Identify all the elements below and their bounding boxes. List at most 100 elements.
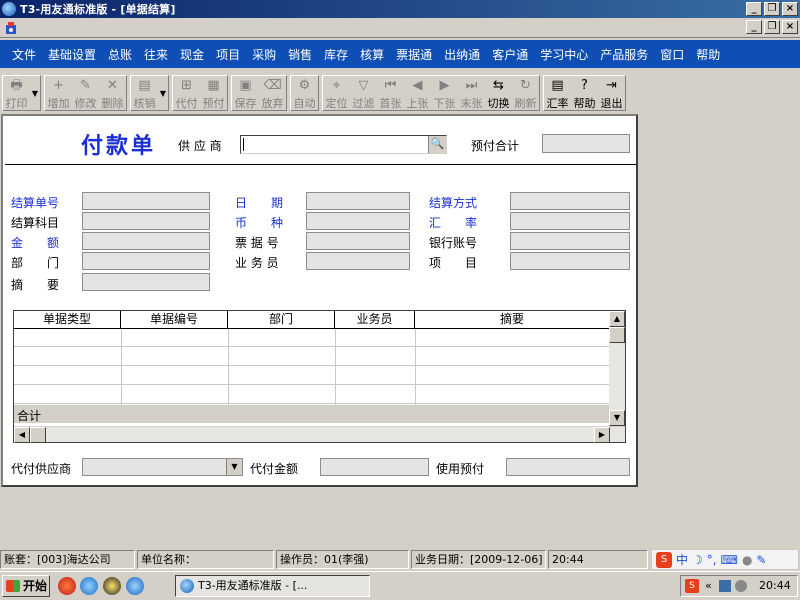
table-row[interactable]: [14, 348, 610, 366]
bill-no-field[interactable]: [306, 232, 410, 250]
prev-button[interactable]: ◀ 上张: [404, 76, 431, 110]
exit-button[interactable]: ⇥ 退出: [598, 76, 625, 110]
sogou-icon[interactable]: S: [656, 551, 672, 568]
supplier-input[interactable]: 🔍: [240, 135, 447, 154]
project-field[interactable]: [510, 252, 630, 270]
menu-item-3[interactable]: 往来: [138, 46, 174, 63]
grid-column-header[interactable]: 摘要: [415, 311, 610, 329]
salesman-field[interactable]: [306, 252, 410, 270]
quick-launch-qq-icon[interactable]: [103, 577, 121, 595]
agent-supplier-combo[interactable]: ▼: [82, 458, 243, 476]
dropdown-arrow-icon[interactable]: ▼: [158, 76, 168, 110]
memo-field[interactable]: [82, 273, 210, 291]
moon-icon[interactable]: ☽: [692, 553, 703, 567]
menu-item-9[interactable]: 核算: [354, 46, 390, 63]
tray-volume-icon[interactable]: [735, 580, 747, 592]
child-minimize-button[interactable]: _: [746, 20, 762, 34]
verify-button[interactable]: ▤ 核销: [131, 76, 158, 110]
supplier-lookup-button[interactable]: 🔍: [428, 136, 446, 153]
settle-no-field[interactable]: [82, 192, 210, 210]
agent-amount-field[interactable]: [320, 458, 429, 476]
user-icon[interactable]: ●: [742, 553, 752, 567]
grid-horizontal-scrollbar[interactable]: ◀ ▶: [14, 426, 625, 443]
quick-launch-app-icon[interactable]: [80, 577, 98, 595]
start-button[interactable]: 开始: [2, 575, 50, 597]
table-row[interactable]: [14, 329, 610, 347]
delete-button[interactable]: ✕ 删除: [99, 76, 126, 110]
child-restore-button[interactable]: ❐: [764, 20, 780, 34]
grid-column-header[interactable]: 部门: [228, 311, 335, 329]
exchange-rate-button[interactable]: ▤ 汇率: [544, 76, 571, 110]
hscroll-thumb[interactable]: [30, 427, 46, 443]
keyboard-icon[interactable]: ⌨: [721, 553, 738, 567]
minimize-button[interactable]: _: [746, 2, 762, 16]
grid-vertical-scrollbar[interactable]: ▲ ▼: [609, 311, 625, 426]
date-field[interactable]: [306, 192, 410, 210]
chevron-down-icon[interactable]: ▼: [226, 459, 242, 475]
restore-button[interactable]: ❐: [764, 2, 780, 16]
scroll-up-button[interactable]: ▲: [609, 311, 625, 327]
menu-item-4[interactable]: 现金: [174, 46, 210, 63]
pay-for-button[interactable]: ⊞ 代付: [173, 76, 200, 110]
child-close-button[interactable]: ×: [782, 20, 798, 34]
grid-column-header[interactable]: 业务员: [335, 311, 415, 329]
save-button[interactable]: ▣ 保存: [232, 76, 259, 110]
exchange-rate-field[interactable]: [510, 212, 630, 230]
add-button[interactable]: + 增加: [45, 76, 72, 110]
prepay-button[interactable]: ▦ 预付: [200, 76, 227, 110]
menu-item-15[interactable]: 窗口: [654, 46, 690, 63]
settle-method-field[interactable]: [510, 192, 630, 210]
dropdown-arrow-icon[interactable]: ▼: [30, 76, 40, 110]
printer-button[interactable]: 🖶 打印: [3, 76, 30, 110]
detail-grid[interactable]: 单据类型 单据编号 部门 业务员 摘要 合计 ▲ ▼ ◀ ▶: [13, 310, 626, 443]
taskbar-item-t3[interactable]: T3-用友通标准版 - [...: [175, 575, 370, 597]
scroll-right-button[interactable]: ▶: [594, 427, 610, 443]
help-button[interactable]: ? 帮助: [571, 76, 598, 110]
scroll-thumb[interactable]: [609, 327, 625, 343]
menu-item-10[interactable]: 票据通: [390, 46, 438, 63]
use-prepay-field[interactable]: [506, 458, 630, 476]
menu-item-16[interactable]: 帮助: [690, 46, 726, 63]
menu-item-2[interactable]: 总账: [102, 46, 138, 63]
auto-button[interactable]: ⚙ 自动: [291, 76, 318, 110]
menu-item-6[interactable]: 采购: [246, 46, 282, 63]
tray-expand-icon[interactable]: «: [705, 576, 712, 596]
quick-launch-browser-icon[interactable]: [58, 577, 76, 595]
close-button[interactable]: ×: [782, 2, 798, 16]
menu-item-8[interactable]: 库存: [318, 46, 354, 63]
menu-item-11[interactable]: 出纳通: [438, 46, 486, 63]
menu-item-0[interactable]: 文件: [6, 46, 42, 63]
chinese-mode-icon[interactable]: 中: [676, 551, 688, 568]
currency-field[interactable]: [306, 212, 410, 230]
switch-button[interactable]: ⇆ 切换: [485, 76, 512, 110]
tray-network-icon[interactable]: [719, 580, 731, 592]
menu-item-12[interactable]: 客户通: [486, 46, 534, 63]
refresh-button[interactable]: ↻ 刷新: [512, 76, 539, 110]
quick-launch-ie-icon[interactable]: [126, 577, 144, 595]
menu-item-13[interactable]: 学习中心: [534, 46, 594, 63]
table-row[interactable]: [14, 367, 610, 385]
punctuation-icon[interactable]: °,: [707, 553, 717, 567]
grid-column-header[interactable]: 单据类型: [14, 311, 121, 329]
last-button[interactable]: ⏭ 末张: [458, 76, 485, 110]
first-button[interactable]: ⏮ 首张: [377, 76, 404, 110]
scroll-down-button[interactable]: ▼: [609, 410, 625, 426]
menu-item-14[interactable]: 产品服务: [594, 46, 654, 63]
discard-button[interactable]: ⌫ 放弃: [259, 76, 286, 110]
department-field[interactable]: [82, 252, 210, 270]
next-button[interactable]: ▶ 下张: [431, 76, 458, 110]
scroll-left-button[interactable]: ◀: [14, 427, 30, 443]
menu-item-7[interactable]: 销售: [282, 46, 318, 63]
locate-button[interactable]: ⌖ 定位: [323, 76, 350, 110]
wrench-icon[interactable]: ✎: [756, 553, 766, 567]
edit-button[interactable]: ✎ 修改: [72, 76, 99, 110]
grid-column-header[interactable]: 单据编号: [121, 311, 228, 329]
amount-field[interactable]: [82, 232, 210, 250]
menu-item-1[interactable]: 基础设置: [42, 46, 102, 63]
bank-account-field[interactable]: [510, 232, 630, 250]
menu-item-5[interactable]: 项目: [210, 46, 246, 63]
ime-toolbar[interactable]: S 中 ☽ °, ⌨ ● ✎: [651, 549, 799, 570]
filter-button[interactable]: ▽ 过滤: [350, 76, 377, 110]
tray-sogou-icon[interactable]: S: [685, 579, 699, 593]
table-row[interactable]: [14, 386, 610, 404]
